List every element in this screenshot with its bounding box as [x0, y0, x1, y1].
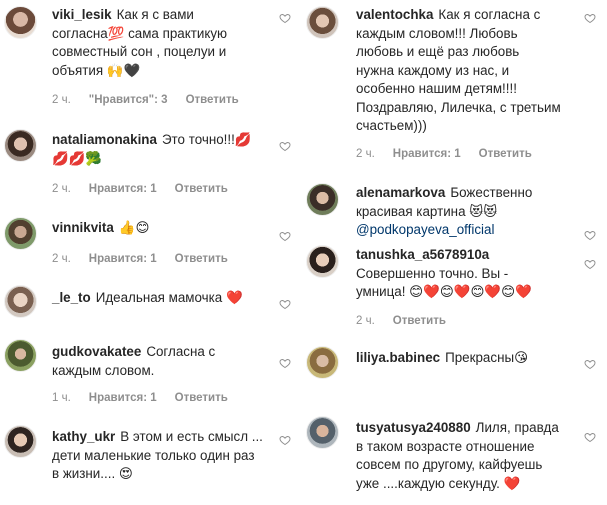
comment-likes[interactable]: "Нравится": 3 — [89, 94, 168, 106]
comment-text: красивая картина 😻😻 — [356, 203, 498, 219]
heart-outline-icon[interactable] — [279, 230, 291, 242]
comment-text: уже ....каждую секунду. ❤️ — [356, 475, 521, 491]
comment: alenamarkova Божественно красивая картина… — [306, 178, 607, 241]
comment-text: дети маленькие только один раз — [52, 447, 255, 463]
reply-button[interactable]: Ответить — [393, 315, 446, 327]
comment-text: совместный сон , поцелуи и — [52, 44, 227, 59]
comment-username[interactable]: viki_lesik — [52, 7, 112, 22]
comment-time[interactable]: 1 ч. — [52, 392, 71, 404]
comment-username[interactable]: liliya.babinec — [356, 350, 440, 365]
comment-text: каждым словом!!! Любовь — [356, 25, 518, 41]
comment-username[interactable]: _le_to — [52, 290, 91, 305]
comment-text: Божественно — [450, 185, 533, 200]
comment-text: объятия 🙌🖤 — [52, 62, 141, 78]
reply-button[interactable]: Ответить — [175, 392, 228, 404]
comment-text: Это точно!!!💋 — [161, 132, 252, 147]
comment: liliya.babinec Прекрасны😘 — [306, 343, 607, 383]
heart-outline-icon[interactable] — [584, 431, 596, 443]
comment: kathy_ukr В этом и есть смысл ... дети ма… — [0, 422, 300, 505]
comment-username[interactable]: gudkovakatee — [52, 344, 141, 359]
comment-username[interactable]: tanushka_a5678910a — [356, 247, 489, 262]
heart-outline-icon[interactable] — [279, 140, 291, 152]
avatar[interactable] — [4, 6, 37, 39]
comment-time[interactable]: 2 ч. — [356, 148, 375, 160]
avatar[interactable] — [4, 129, 37, 162]
comment: valentochka Как я согласна с каждым слово… — [306, 0, 607, 170]
comment-username[interactable]: tusyatusya240880 — [356, 420, 471, 435]
comment-text: Идеальная мамочка ❤️ — [95, 290, 243, 305]
comment: nataliamonakina Это точно!!!💋 💋💋🥦 2 ч. Нра… — [0, 125, 300, 205]
comment-text: умница! 😊❤️😊❤️😊❤️😊❤️ — [356, 284, 532, 299]
comment-time[interactable]: 2 ч. — [52, 183, 71, 195]
comment-likes[interactable]: Нравится: 1 — [89, 392, 157, 404]
comment-text: счастьем))) — [356, 118, 427, 133]
comment-text: Согласна с — [146, 344, 216, 359]
heart-outline-icon[interactable] — [279, 434, 291, 446]
avatar[interactable] — [306, 245, 339, 278]
comment-text: 👍😊 — [118, 220, 150, 235]
comment-text: В этом и есть смысл ... — [120, 429, 263, 444]
comment-likes[interactable]: Нравится: 1 — [89, 253, 157, 265]
comment-text: любовь и ещё раз любовь — [356, 44, 520, 59]
avatar[interactable] — [306, 416, 339, 449]
comment-username[interactable]: alenamarkova — [356, 185, 445, 200]
comment: viki_lesik Как я с вами согласна💯 сама пр… — [0, 0, 300, 120]
comment-text: Совершенно точно. Вы - — [356, 265, 509, 281]
reply-button[interactable]: Ответить — [175, 253, 228, 265]
comment-text: Прекрасны😘 — [445, 350, 529, 365]
comment-username[interactable]: vinnikvita — [52, 220, 114, 235]
reply-button[interactable]: Ответить — [479, 148, 532, 160]
heart-outline-icon[interactable] — [584, 258, 596, 270]
comment-username[interactable]: nataliamonakina — [52, 132, 157, 147]
avatar[interactable] — [4, 425, 37, 458]
comment-text: Поздравляю, Лилечка, с третьим — [356, 99, 561, 115]
reply-button[interactable]: Ответить — [175, 183, 228, 195]
comment-text: согласна💯 сама практикую — [52, 25, 228, 41]
comment-username[interactable]: valentochka — [356, 7, 433, 22]
comment-text: совсем по другому, кайфуешь — [356, 457, 543, 472]
comment-username[interactable]: kathy_ukr — [52, 429, 115, 444]
comment-text: 💋💋🥦 — [52, 150, 103, 166]
comment: gudkovakatee Согласна с каждым словом. 1 … — [0, 337, 300, 417]
mention-link[interactable]: @podkopayeva_official — [356, 221, 494, 240]
comment-text: каждым словом. — [52, 362, 155, 378]
avatar[interactable] — [306, 346, 339, 379]
comment-text: нужна каждому из нас, и — [356, 62, 510, 78]
comment-text: Как я согласна с — [438, 7, 541, 22]
avatar[interactable] — [4, 217, 37, 250]
heart-outline-icon[interactable] — [584, 358, 596, 370]
heart-outline-icon[interactable] — [584, 12, 596, 24]
comment-likes[interactable]: Нравится: 1 — [393, 148, 461, 160]
reply-button[interactable]: Ответить — [186, 94, 239, 106]
comment-time[interactable]: 2 ч. — [52, 253, 71, 265]
avatar[interactable] — [4, 285, 37, 318]
comment-time[interactable]: 2 ч. — [52, 94, 71, 106]
comment: tusyatusya240880 Лиля, правда в таком воз… — [306, 413, 607, 505]
avatar[interactable] — [4, 339, 37, 372]
heart-outline-icon[interactable] — [279, 12, 291, 24]
heart-outline-icon[interactable] — [279, 298, 291, 310]
comment-text: особенно нашим детям!!!! — [356, 81, 517, 96]
comment: vinnikvita 👍😊 2 ч. Нравится: 1 Ответить — [0, 213, 300, 273]
comment-text: в таком возрасте отношение — [356, 438, 535, 454]
comment-text: Лиля, правда — [475, 420, 559, 435]
comment-likes[interactable]: Нравится: 1 — [89, 183, 157, 195]
comment: tanushka_a5678910a Совершенно точно. Вы … — [306, 240, 607, 330]
comment-time[interactable]: 2 ч. — [356, 315, 375, 327]
comment-text: Как я с вами — [116, 7, 194, 22]
comment-text: в жизни.... 😍 — [52, 466, 133, 481]
heart-outline-icon[interactable] — [279, 357, 291, 369]
comment: _le_to Идеальная мамочка ❤️ — [0, 283, 300, 323]
avatar[interactable] — [306, 183, 339, 216]
avatar[interactable] — [306, 6, 339, 39]
